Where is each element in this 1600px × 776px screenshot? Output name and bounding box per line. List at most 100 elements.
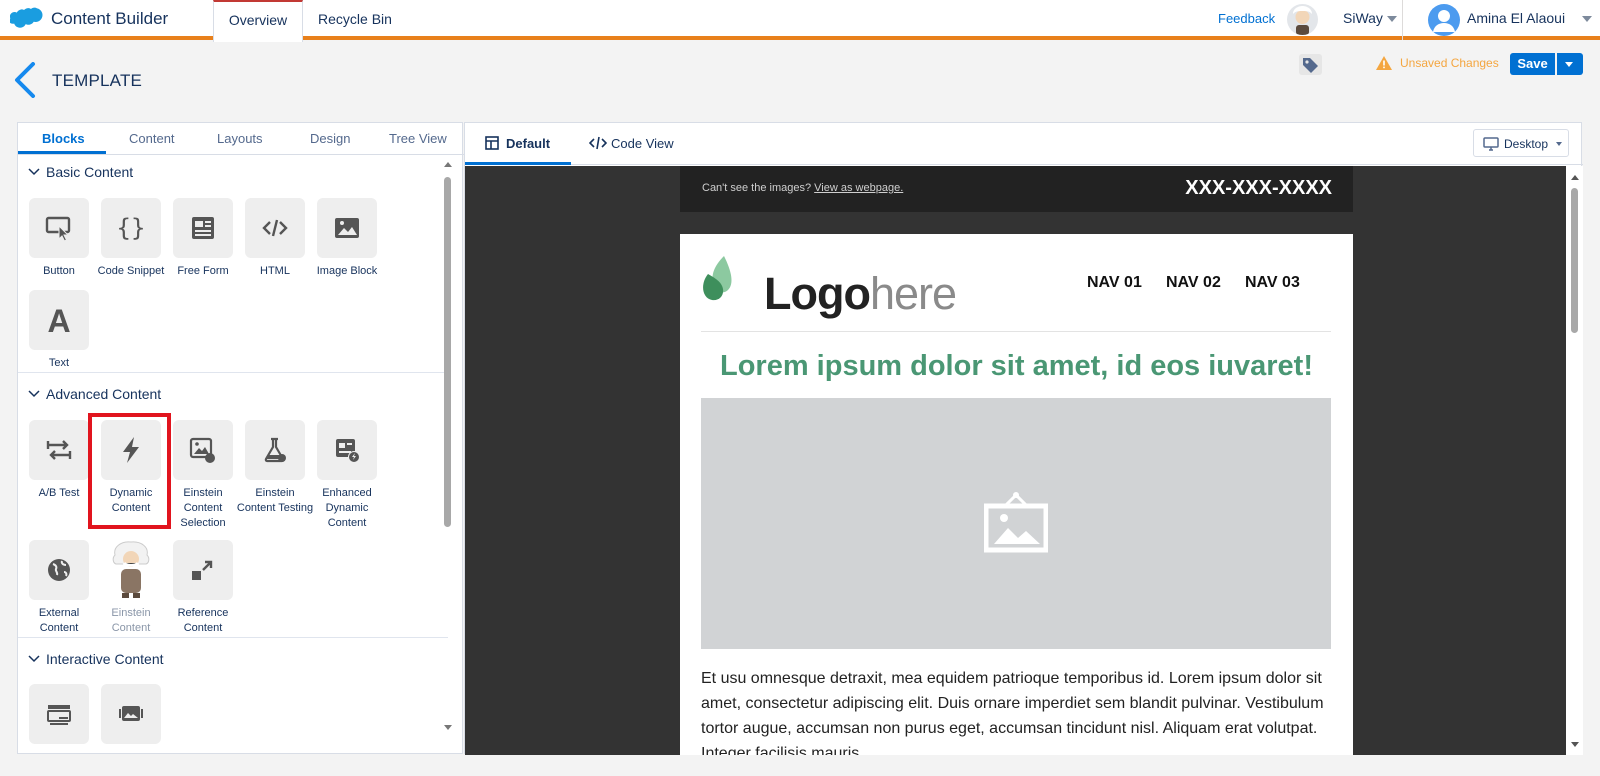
- tab-content[interactable]: Content: [129, 131, 175, 146]
- block-reference-content[interactable]: Reference Content: [171, 540, 235, 636]
- scroll-thumb[interactable]: [1571, 188, 1578, 333]
- tab-code-view[interactable]: Code View: [611, 136, 674, 151]
- logo-light-text: here: [869, 268, 957, 319]
- back-arrow-icon[interactable]: [13, 62, 37, 98]
- scroll-thumb[interactable]: [444, 177, 451, 527]
- enhanced-dynamic-icon: [317, 420, 377, 480]
- block-label: External Content: [38, 607, 80, 634]
- user-chevron-down-icon[interactable]: [1582, 16, 1592, 22]
- reference-content-icon: [173, 540, 233, 600]
- block-interactive-form[interactable]: [27, 684, 91, 744]
- block-einstein-content-selection[interactable]: Einstein Content Selection: [171, 420, 235, 531]
- preview-panel: Default Code View Desktop Can't see the …: [464, 122, 1583, 755]
- block-einstein-content-testing[interactable]: Einstein Content Testing: [237, 420, 313, 516]
- ab-test-icon: [29, 420, 89, 480]
- section-title: Basic Content: [46, 164, 134, 180]
- block-einstein-content[interactable]: Einstein Content: [99, 540, 163, 636]
- save-button[interactable]: Save: [1510, 53, 1555, 75]
- svg-text:A: A: [47, 305, 70, 335]
- html-icon: [245, 198, 305, 258]
- tab-default[interactable]: Default: [506, 136, 550, 151]
- nav-item-3[interactable]: NAV 03: [1245, 274, 1300, 292]
- section-title: Interactive Content: [46, 651, 164, 667]
- tab-recycle-bin[interactable]: Recycle Bin: [306, 0, 404, 40]
- leaf-logo-icon: [703, 256, 732, 301]
- app-title: Content Builder: [51, 9, 169, 28]
- block-external-content[interactable]: External Content: [27, 540, 91, 636]
- block-button[interactable]: Button: [27, 198, 91, 279]
- einstein-selection-icon: [173, 420, 233, 480]
- view-as-webpage-link[interactable]: View as webpage.: [814, 182, 903, 194]
- block-label: Einstein Content Selection: [180, 487, 226, 529]
- salesforce-cloud-icon: [10, 7, 44, 31]
- block-label: Free Form: [177, 265, 229, 277]
- scroll-up-icon[interactable]: [1569, 172, 1581, 182]
- chevron-down-icon: [28, 167, 40, 177]
- email-headline: Lorem ipsum dolor sit amet, id eos iuvar…: [719, 350, 1313, 382]
- preview-scrollbar[interactable]: [1566, 166, 1583, 755]
- image-block-icon: [317, 198, 377, 258]
- section-title: Advanced Content: [46, 386, 162, 402]
- top-bar: Content Builder Overview Recycle Bin Fee…: [0, 0, 1600, 42]
- page-title: TEMPLATE: [52, 71, 143, 90]
- left-scrollbar[interactable]: [441, 159, 453, 751]
- user-avatar[interactable]: [1428, 4, 1460, 36]
- tab-design[interactable]: Design: [310, 131, 350, 146]
- email-divider: [701, 331, 1331, 332]
- block-image[interactable]: Image Block: [315, 198, 379, 279]
- block-label: Reference Content: [177, 607, 229, 634]
- org-switcher[interactable]: SiWay: [1343, 10, 1383, 26]
- user-name[interactable]: Amina El Alaoui: [1467, 10, 1565, 26]
- left-tabs: Blocks Content Layouts Design Tree View: [18, 123, 464, 155]
- tag-icon[interactable]: [1299, 54, 1322, 75]
- scroll-down-icon[interactable]: [1569, 740, 1581, 750]
- einstein-avatar[interactable]: [1287, 4, 1318, 35]
- block-free-form[interactable]: Free Form: [171, 198, 235, 279]
- layout-icon: [485, 136, 499, 150]
- feedback-link[interactable]: Feedback: [1218, 11, 1275, 26]
- phone-number: XXX-XXX-XXXX: [1185, 177, 1332, 199]
- device-label: Desktop: [1504, 137, 1549, 151]
- block-label: Code Snippet: [97, 265, 165, 277]
- email-body-text: Et usu omnesque detraxit, mea equidem pa…: [701, 670, 1324, 755]
- block-enhanced-dynamic-content[interactable]: Enhanced Dynamic Content: [315, 420, 379, 531]
- block-label: Einstein Content: [111, 607, 151, 634]
- tab-overview[interactable]: Overview: [213, 0, 303, 42]
- tab-tree-view[interactable]: Tree View: [389, 131, 447, 146]
- chevron-down-icon: [1565, 62, 1573, 67]
- scroll-down-icon[interactable]: [442, 723, 454, 733]
- nav-item-1[interactable]: NAV 01: [1087, 274, 1142, 292]
- section-divider: [18, 372, 448, 373]
- section-divider: [18, 637, 448, 638]
- preview-tabs: Default Code View Desktop: [465, 123, 1583, 165]
- save-options-button[interactable]: [1557, 53, 1583, 75]
- block-label: Text: [48, 357, 70, 369]
- chevron-down-icon: [1556, 142, 1562, 146]
- scroll-up-icon[interactable]: [442, 159, 454, 169]
- tab-layouts[interactable]: Layouts: [217, 131, 263, 146]
- nav-item-2[interactable]: NAV 02: [1166, 274, 1221, 292]
- globe-icon: [29, 540, 89, 600]
- image-placeholder-icon: [984, 492, 1048, 553]
- device-dropdown[interactable]: Desktop: [1473, 129, 1569, 157]
- block-label: HTML: [260, 265, 290, 277]
- org-chevron-down-icon[interactable]: [1387, 16, 1397, 22]
- block-text[interactable]: A Text: [27, 290, 91, 371]
- block-html[interactable]: HTML: [243, 198, 307, 279]
- flask-icon: [245, 420, 305, 480]
- warning-icon: [1375, 55, 1393, 71]
- button-block-icon: [29, 198, 89, 258]
- email-body[interactable]: Logohere NAV 01 NAV 02 NAV 03 Lorem ipsu…: [680, 234, 1353, 755]
- chevron-down-icon: [28, 389, 40, 399]
- tab-blocks[interactable]: Blocks: [42, 131, 85, 146]
- block-label: Image Block: [316, 265, 378, 277]
- preheader-text: Can't see the images? View as webpage.: [702, 182, 903, 194]
- email-canvas: Can't see the images? View as webpage. X…: [465, 166, 1566, 755]
- hero-image-placeholder[interactable]: [701, 398, 1331, 649]
- blocks-panel: Blocks Content Layouts Design Tree View …: [17, 122, 464, 754]
- block-code-snippet[interactable]: {} Code Snippet: [98, 198, 164, 279]
- desktop-icon: [1483, 137, 1499, 151]
- block-label: Enhanced Dynamic Content: [322, 487, 372, 529]
- block-image-carousel[interactable]: [99, 684, 163, 744]
- block-ab-test[interactable]: A/B Test: [27, 420, 91, 501]
